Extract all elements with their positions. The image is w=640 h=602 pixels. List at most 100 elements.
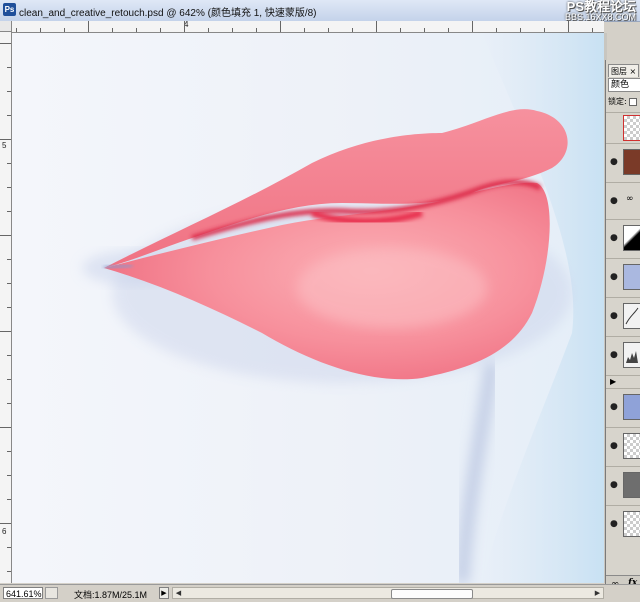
ruler-tick [304,28,305,32]
ruler-tick [7,403,11,404]
title-bar: Ps clean_and_creative_retouch.psd @ 642%… [0,0,640,22]
ruler-tick [7,187,11,188]
eye-icon[interactable]: ● [610,351,618,360]
horizontal-scrollbar[interactable]: ◀ ▶ [172,587,604,599]
ruler-tick [496,28,497,32]
ruler-tick [88,21,89,32]
status-menu-arrow[interactable]: ▶ [159,587,169,599]
eye-icon[interactable]: ● [610,442,618,451]
ruler-tick [136,28,137,32]
ruler-tick [544,28,545,32]
layer-thumbnail [623,511,640,537]
ruler-tick [7,547,11,548]
layer-row[interactable]: ● [606,258,640,296]
ruler-tick [0,427,11,428]
ruler-tick [7,67,11,68]
eye-icon[interactable]: ● [610,481,618,490]
ruler-tick [376,21,377,32]
layer-row[interactable] [606,112,640,142]
document-title: clean_and_creative_retouch.psd @ 642% (颜… [19,8,317,19]
layer-row[interactable]: ● [606,388,640,426]
ruler-tick [0,523,11,524]
ruler-tick [7,307,11,308]
layer-row[interactable]: ● [606,505,640,543]
ruler-tick [40,28,41,32]
site-watermark: PS教程论坛 BBS.16XX8.COM [528,0,636,23]
ruler-tick [0,331,11,332]
ruler-tick [328,28,329,32]
lock-row: 锁定: [608,96,637,107]
layer-row[interactable]: ● [606,336,640,374]
ruler-tick [232,28,233,32]
eye-icon[interactable]: ● [610,403,618,412]
ruler-tick [7,259,11,260]
eye-icon[interactable]: ● [610,158,618,167]
ruler-tick [7,571,11,572]
blend-mode-select[interactable]: 颜色 [608,78,640,92]
layers-panel: 图层 × 颜色 锁定: ● ● ∞ ● ● ● ● ▶ ● ● ● ● fx [605,60,640,594]
vertical-ruler[interactable]: 5 6 [0,32,12,583]
layer-thumbnail [623,433,640,459]
layer-row[interactable]: ● [606,219,640,257]
eye-icon[interactable]: ● [610,273,618,282]
layer-thumbnail [623,394,640,420]
layer-group-row[interactable]: ▶ [606,375,640,387]
layer-row[interactable]: ● [606,143,640,181]
ruler-origin[interactable] [0,21,12,32]
status-bar: 641.61% 文档:1.87M/25.1M ▶ ◀ ▶ [0,584,640,602]
layer-thumbnail [623,264,640,290]
group-expand-arrow[interactable]: ▶ [610,377,616,386]
lips-artwork [12,33,604,583]
layer-row[interactable]: ● ∞ [606,182,640,218]
ruler-tick [160,28,161,32]
layer-thumbnail [623,115,640,141]
document-size-info: 文档:1.87M/25.1M [74,590,148,600]
ruler-tick [7,163,11,164]
ruler-tick [7,211,11,212]
ruler-tick [16,28,17,32]
ruler-tick [256,28,257,32]
photoshop-document-icon: Ps [3,3,16,16]
ruler-tick [7,499,11,500]
tab-layers[interactable]: 图层 × [608,64,639,77]
scroll-right-arrow[interactable]: ▶ [593,589,602,598]
ruler-tick [7,283,11,284]
ruler-tick [568,21,569,32]
scroll-left-arrow[interactable]: ◀ [174,589,183,598]
document-status-icon[interactable] [45,587,58,599]
gradient-map-thumbnail [623,225,640,251]
ruler-tick [400,28,401,32]
eye-icon[interactable]: ● [610,520,618,529]
horizontal-ruler[interactable]: 4 [12,21,604,33]
ruler-tick [7,451,11,452]
ruler-tick [0,43,11,44]
lock-transparency-checkbox[interactable] [628,97,637,106]
ruler-tick [0,139,11,140]
ruler-tick [472,21,473,32]
ruler-tick [64,28,65,32]
document-canvas[interactable] [12,33,604,583]
eye-icon[interactable]: ● [610,234,618,243]
horizontal-scroll-thumb[interactable] [391,589,473,599]
curves-adjustment-icon [623,303,640,329]
ruler-tick [208,28,209,32]
ruler-tick [7,475,11,476]
eye-icon[interactable]: ● [610,312,618,321]
ruler-tick [7,91,11,92]
layer-thumbnail [623,149,640,175]
zoom-level-field[interactable]: 641.61% [3,587,43,599]
layer-thumbnail [623,472,640,498]
ruler-tick [7,115,11,116]
ruler-tick [184,21,185,32]
ruler-tick [448,28,449,32]
ruler-tick [592,28,593,32]
layer-row[interactable]: ● [606,427,640,465]
watermark-line1: PS教程论坛 [566,0,636,14]
ruler-label-6: 6 [2,527,7,536]
ruler-tick [352,28,353,32]
layer-row[interactable]: ● [606,466,640,504]
chain-link-icon: ∞ [626,194,634,204]
ruler-tick [7,379,11,380]
eye-icon[interactable]: ● [610,197,618,206]
layer-row[interactable]: ● [606,297,640,335]
